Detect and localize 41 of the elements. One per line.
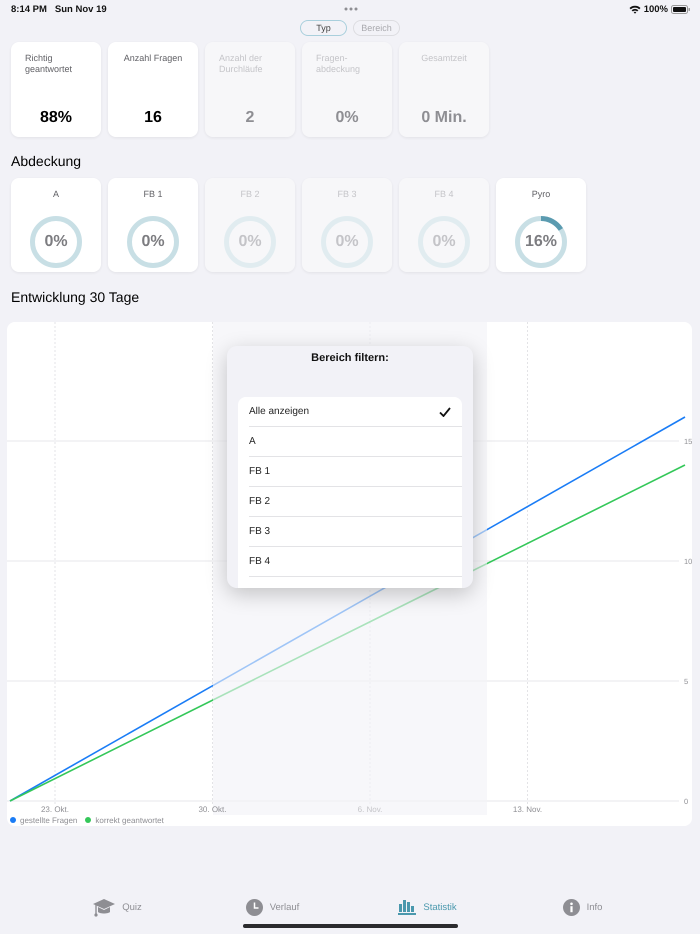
coverage-value: 16%	[524, 233, 558, 251]
x-axis-label: 13. Nov.	[512, 804, 542, 814]
battery-icon	[671, 4, 690, 14]
stat-value: 2	[246, 108, 254, 127]
info-icon	[562, 898, 580, 916]
progress-ring	[127, 216, 179, 268]
filter-option[interactable]: A	[249, 427, 462, 457]
progress-ring	[515, 216, 567, 268]
filter-option[interactable]: FB 4	[249, 547, 462, 577]
bar-chart-icon	[398, 899, 416, 915]
filter-option[interactable]: FB 2	[249, 487, 462, 517]
coverage-value: 0%	[44, 233, 68, 251]
coverage-label: Pyro	[532, 189, 550, 199]
stat-value: 16	[144, 108, 162, 127]
legend-label: korrekt geantwortet	[95, 816, 164, 824]
stat-label: Richtig geantwortet	[25, 53, 74, 74]
more-dots-icon[interactable]	[344, 7, 358, 11]
graduation-cap-icon	[93, 898, 116, 916]
battery-percentage: 100%	[644, 4, 668, 14]
filter-option[interactable]: FB 1	[249, 457, 462, 487]
wifi-icon	[628, 4, 641, 14]
x-axis-label: 23. Okt.	[41, 804, 69, 814]
coverage-label: A	[52, 189, 59, 199]
coverage-value: 0%	[141, 233, 165, 251]
stat-label: Anzahl Fragen	[124, 53, 182, 64]
filter-option[interactable]: FB 3	[249, 517, 462, 547]
section-heading: Entwicklung 30 Tage	[11, 288, 140, 306]
stat-value: 88%	[40, 108, 72, 127]
coverage-label: FB 1	[143, 189, 162, 199]
filter-option[interactable]: Alle anzeigen	[249, 397, 462, 427]
clock-icon	[246, 898, 263, 916]
progress-ring	[30, 216, 82, 268]
legend-label: gestellte Fragen	[20, 816, 78, 824]
stat-value: 0 Min.	[421, 108, 467, 127]
section-heading: Abdeckung	[11, 153, 82, 170]
status-date: Sun Nov 19	[54, 4, 107, 14]
segment-button[interactable]: Typ	[300, 20, 347, 36]
status-time: 8:14 PM	[11, 4, 47, 14]
x-axis-label: 30. Okt.	[198, 804, 226, 814]
stat-value: 0%	[335, 108, 359, 127]
popover-title: Bereich filtern:	[311, 352, 389, 365]
